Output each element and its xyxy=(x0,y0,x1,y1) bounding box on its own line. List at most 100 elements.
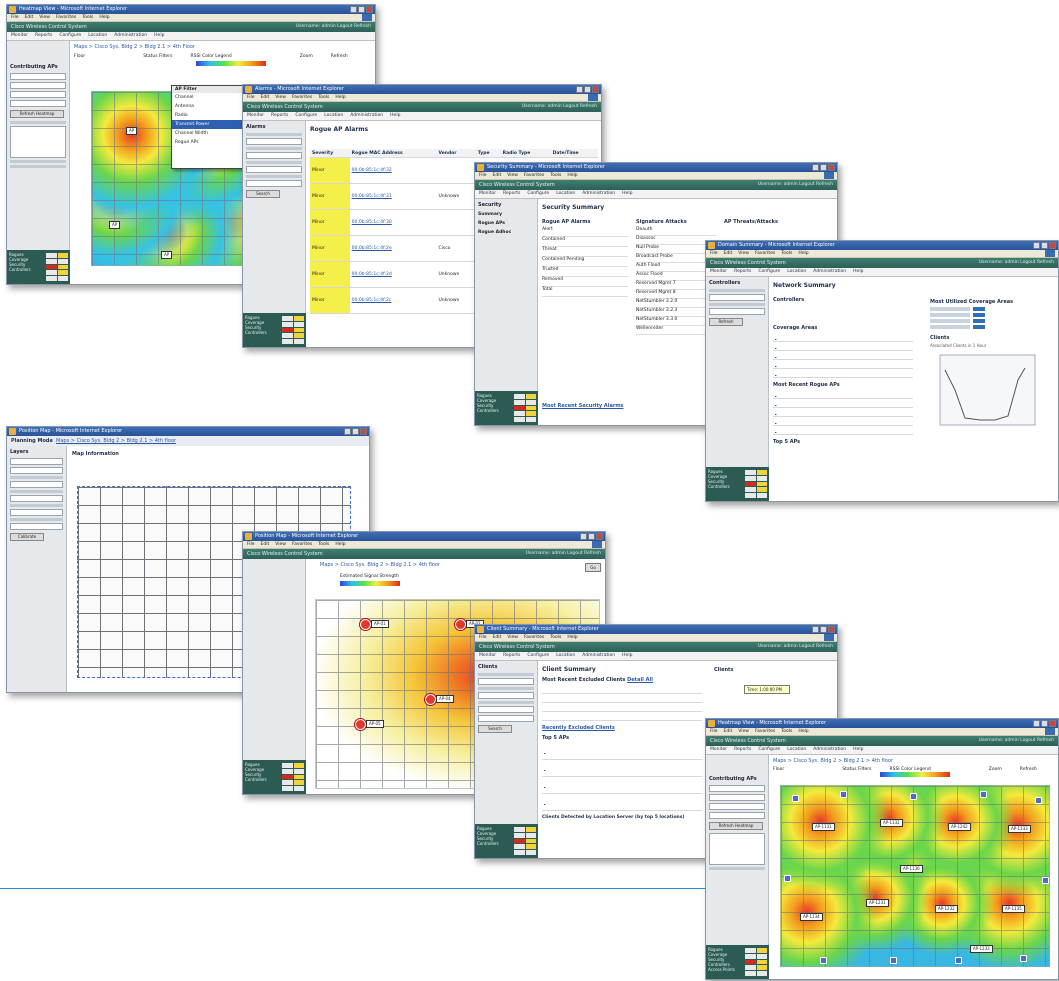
close-button[interactable] xyxy=(592,86,599,93)
tab-reports[interactable]: Reports xyxy=(271,113,288,118)
filter-select[interactable] xyxy=(246,138,302,145)
client-filter-select[interactable] xyxy=(478,678,534,685)
mac-link[interactable]: 00:0b:85:1c:4f:2c xyxy=(349,287,437,314)
column-header[interactable]: Date/Time xyxy=(550,149,598,158)
tab-configure[interactable]: Configure xyxy=(295,113,317,118)
maximize-button[interactable] xyxy=(1041,242,1048,249)
ap-label[interactable]: AP-1233 xyxy=(970,945,993,953)
maximize-button[interactable] xyxy=(352,428,359,435)
filter-option[interactable]: Transmit Power xyxy=(172,120,252,129)
menu-tools[interactable]: Tools xyxy=(82,15,93,20)
client-filter-select[interactable] xyxy=(478,715,534,722)
menu-favorites[interactable]: Favorites xyxy=(755,251,775,256)
client-filter-select[interactable] xyxy=(478,692,534,699)
menu-view[interactable]: View xyxy=(39,15,50,20)
tab-configure[interactable]: Configure xyxy=(758,747,780,752)
minimize-button[interactable] xyxy=(344,428,351,435)
column-header[interactable]: Severity xyxy=(310,149,350,158)
sidebar-item-summary[interactable]: Summary xyxy=(478,212,534,217)
refresh-heatmap-button[interactable]: Refresh Heatmap xyxy=(709,822,763,830)
attack-row[interactable]: Broadcast Probe xyxy=(636,254,716,263)
tab-help[interactable]: Help xyxy=(853,269,863,274)
maximize-button[interactable] xyxy=(820,626,827,633)
client-marker[interactable] xyxy=(784,875,791,882)
minimize-button[interactable] xyxy=(580,533,587,540)
layer-select[interactable] xyxy=(10,481,63,488)
search-button[interactable]: Search xyxy=(478,725,512,733)
ap-label[interactable]: AP xyxy=(109,221,121,229)
close-button[interactable] xyxy=(366,6,373,13)
menu-favorites[interactable]: Favorites xyxy=(292,95,312,100)
minimize-button[interactable] xyxy=(576,86,583,93)
menu-view[interactable]: View xyxy=(738,729,749,734)
table-row[interactable] xyxy=(542,711,592,721)
client-marker[interactable] xyxy=(1042,877,1049,884)
tab-reports[interactable]: Reports xyxy=(503,191,520,196)
attack-row[interactable]: Assoc Flood xyxy=(636,272,716,281)
menu-help[interactable]: Help xyxy=(798,251,808,256)
search-button[interactable]: Search xyxy=(246,190,280,198)
ap-checkbox-row[interactable] xyxy=(709,785,765,792)
close-button[interactable] xyxy=(828,164,835,171)
minimize-button[interactable] xyxy=(350,6,357,13)
stat-row[interactable]: Threat xyxy=(542,247,628,257)
ap-label[interactable]: AP-05 xyxy=(366,720,384,728)
menu-favorites[interactable]: Favorites xyxy=(292,542,312,547)
ap-label[interactable]: AP xyxy=(161,251,173,259)
ap-label[interactable]: AP-1132 xyxy=(880,819,903,827)
client-filter-select[interactable] xyxy=(478,706,534,713)
menu-help[interactable]: Help xyxy=(335,95,345,100)
attack-row[interactable]: Deauth xyxy=(636,227,716,236)
menu-tools[interactable]: Tools xyxy=(318,542,329,547)
close-button[interactable] xyxy=(596,533,603,540)
menu-tools[interactable]: Tools xyxy=(550,635,561,640)
menu-file[interactable]: File xyxy=(11,15,19,20)
attack-row[interactable]: NetStumbler 3.3.0 xyxy=(636,317,716,326)
tab-administration[interactable]: Administration xyxy=(582,191,615,196)
filter-option[interactable]: Antenna xyxy=(172,102,252,111)
maximize-button[interactable] xyxy=(588,533,595,540)
menu-favorites[interactable]: Favorites xyxy=(524,635,544,640)
column-header[interactable]: Radio Type xyxy=(500,149,551,158)
menu-file[interactable]: File xyxy=(710,729,718,734)
menu-favorites[interactable]: Favorites xyxy=(755,729,775,734)
client-marker[interactable] xyxy=(980,791,987,798)
mac-link[interactable]: 00:0b:85:1c:4f:2e xyxy=(349,235,437,262)
table-row[interactable] xyxy=(542,685,592,694)
filter-select[interactable] xyxy=(246,180,302,187)
breadcrumb[interactable]: Maps > Cisco Sys. Bldg 2 > Bldg 2.1 > 4t… xyxy=(74,44,372,50)
tab-configure[interactable]: Configure xyxy=(758,269,780,274)
ap-label[interactable]: AP-1135 xyxy=(1002,905,1025,913)
tab-location[interactable]: Location xyxy=(787,269,806,274)
stat-row[interactable]: Alert xyxy=(542,227,628,237)
controller-select[interactable] xyxy=(709,308,765,315)
column-header[interactable]: Vendor xyxy=(436,149,476,158)
menu-edit[interactable]: Edit xyxy=(493,635,502,640)
mac-link[interactable]: 00:0b:85:1c:4f:32 xyxy=(349,157,437,184)
tab-reports[interactable]: Reports xyxy=(35,33,52,38)
client-marker[interactable] xyxy=(820,957,827,964)
minimize-button[interactable] xyxy=(1033,242,1040,249)
ap-filter-dropdown[interactable]: AP Filter Channel Antenna Radio Transmit… xyxy=(171,85,253,169)
breadcrumb[interactable]: Maps > Cisco Sys. Bldg 2 > Bldg 2.1 > 4t… xyxy=(320,562,602,568)
menu-help[interactable]: Help xyxy=(567,635,577,640)
tab-reports[interactable]: Reports xyxy=(734,269,751,274)
client-marker[interactable] xyxy=(1020,955,1027,962)
stat-row[interactable]: Trusted xyxy=(542,267,628,277)
ap-label[interactable]: AP-1232 xyxy=(935,905,958,913)
close-button[interactable] xyxy=(360,428,367,435)
attack-row[interactable]: NetStumbler 3.2.0 xyxy=(636,299,716,308)
maximize-button[interactable] xyxy=(1041,720,1048,727)
menu-help[interactable]: Help xyxy=(798,729,808,734)
filter-select[interactable] xyxy=(246,166,302,173)
tab-location[interactable]: Location xyxy=(88,33,107,38)
menu-edit[interactable]: Edit xyxy=(724,729,733,734)
detail-all-link[interactable]: Detail All xyxy=(627,677,653,683)
ap-checkbox-row[interactable] xyxy=(10,100,66,107)
ap-label[interactable]: AP-1231 xyxy=(866,899,889,907)
ap-label[interactable]: AP-1242 xyxy=(948,823,971,831)
sidebar-item-rogue-aps[interactable]: Rogue APs xyxy=(478,221,534,226)
ap-label[interactable]: AP-1134 xyxy=(800,913,823,921)
tab-configure[interactable]: Configure xyxy=(59,33,81,38)
tab-monitor[interactable]: Monitor xyxy=(11,33,28,38)
